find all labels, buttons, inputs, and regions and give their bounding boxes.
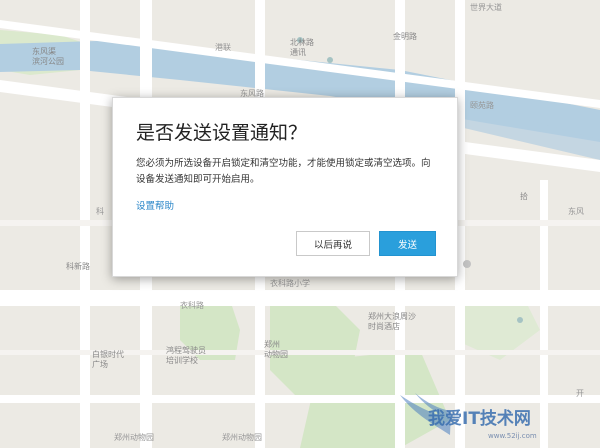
send-button[interactable]: 发送 — [379, 231, 436, 256]
later-button[interactable]: 以后再说 — [296, 231, 370, 256]
watermark-text: 我爱IT技术网 — [428, 409, 531, 429]
watermark-url: www.52ij.com — [488, 432, 537, 440]
notification-dialog: 是否发送设置通知？ 您必须为所选设备开启锁定和清空功能，才能使用锁定或清空选项。… — [112, 97, 458, 277]
dialog-message: 您必须为所选设备开启锁定和清空功能，才能使用锁定或清空选项。向设备发送通知即可开… — [136, 158, 431, 185]
setup-help-link[interactable]: 设置帮助 — [136, 198, 174, 212]
dialog-title: 是否发送设置通知？ — [136, 122, 308, 144]
